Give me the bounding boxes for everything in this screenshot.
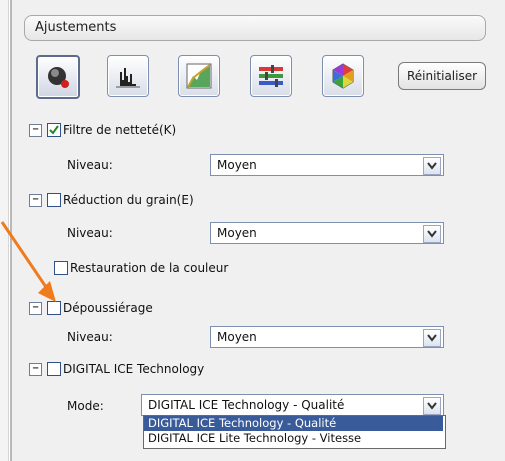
adjustments-title: Ajustements: [35, 20, 117, 35]
sharpness-level-value: Moyen: [217, 158, 257, 172]
chevron-down-icon: [427, 334, 437, 342]
histogram-icon: [116, 68, 140, 88]
dropdown-arrow[interactable]: [423, 397, 441, 415]
histogram-tool-button[interactable]: [107, 55, 149, 97]
ice-label: DIGITAL ICE Technology: [63, 362, 205, 376]
ice-checkbox[interactable]: [47, 362, 61, 376]
dust-label: Dépoussiérage: [63, 301, 153, 315]
unsharp-mask-icon: [48, 67, 69, 88]
reset-button[interactable]: Réinitialiser: [398, 62, 486, 90]
grain-level-select[interactable]: Moyen: [210, 222, 444, 244]
dust-level-select[interactable]: Moyen: [210, 326, 444, 348]
dropdown-arrow[interactable]: [423, 225, 441, 243]
ice-mode-select[interactable]: DIGITAL ICE Technology - Qualité: [141, 394, 444, 416]
adjustments-header: Ajustements: [24, 15, 486, 41]
grain-label: Réduction du grain(E): [63, 193, 194, 207]
grain-level-label: Niveau:: [67, 226, 113, 240]
annotation-arrow-icon: [0, 221, 56, 302]
sharpness-checkbox[interactable]: [47, 123, 61, 137]
chevron-down-icon: [427, 230, 437, 238]
ice-mode-value: DIGITAL ICE Technology - Qualité: [148, 398, 345, 412]
dust-level-value: Moyen: [217, 330, 257, 344]
color-balance-icon: [259, 65, 283, 87]
sharpness-label: Filtre de netteté(K): [63, 123, 177, 137]
ice-mode-dropdown-list: DIGITAL ICE Technology - Qualité DIGITAL…: [143, 415, 446, 449]
color-palette-icon: [332, 63, 354, 89]
dust-level-label: Niveau:: [67, 330, 113, 344]
color-balance-tool-button[interactable]: [250, 55, 292, 97]
dropdown-arrow[interactable]: [423, 329, 441, 347]
tone-curve-icon: [186, 63, 212, 89]
ice-mode-option[interactable]: DIGITAL ICE Technology - Qualité: [144, 416, 443, 431]
color-restore-label: Restauration de la couleur: [70, 261, 229, 275]
checkmark-icon: [49, 125, 59, 135]
tone-curve-tool-button[interactable]: [178, 55, 220, 97]
sharpness-level-select[interactable]: Moyen: [210, 154, 444, 176]
chevron-down-icon: [427, 402, 437, 410]
collapse-sharpness-toggle[interactable]: −: [29, 124, 42, 137]
unsharp-mask-tool-button[interactable]: [36, 55, 80, 99]
ice-mode-label: Mode:: [67, 399, 104, 413]
dropdown-arrow[interactable]: [423, 157, 441, 175]
grain-level-value: Moyen: [217, 226, 257, 240]
color-palette-tool-button[interactable]: [322, 55, 364, 97]
sharpness-level-label: Niveau:: [67, 158, 113, 172]
ice-mode-option[interactable]: DIGITAL ICE Lite Technology - Vitesse: [144, 431, 443, 446]
chevron-down-icon: [427, 162, 437, 170]
collapse-ice-toggle[interactable]: −: [29, 363, 42, 376]
